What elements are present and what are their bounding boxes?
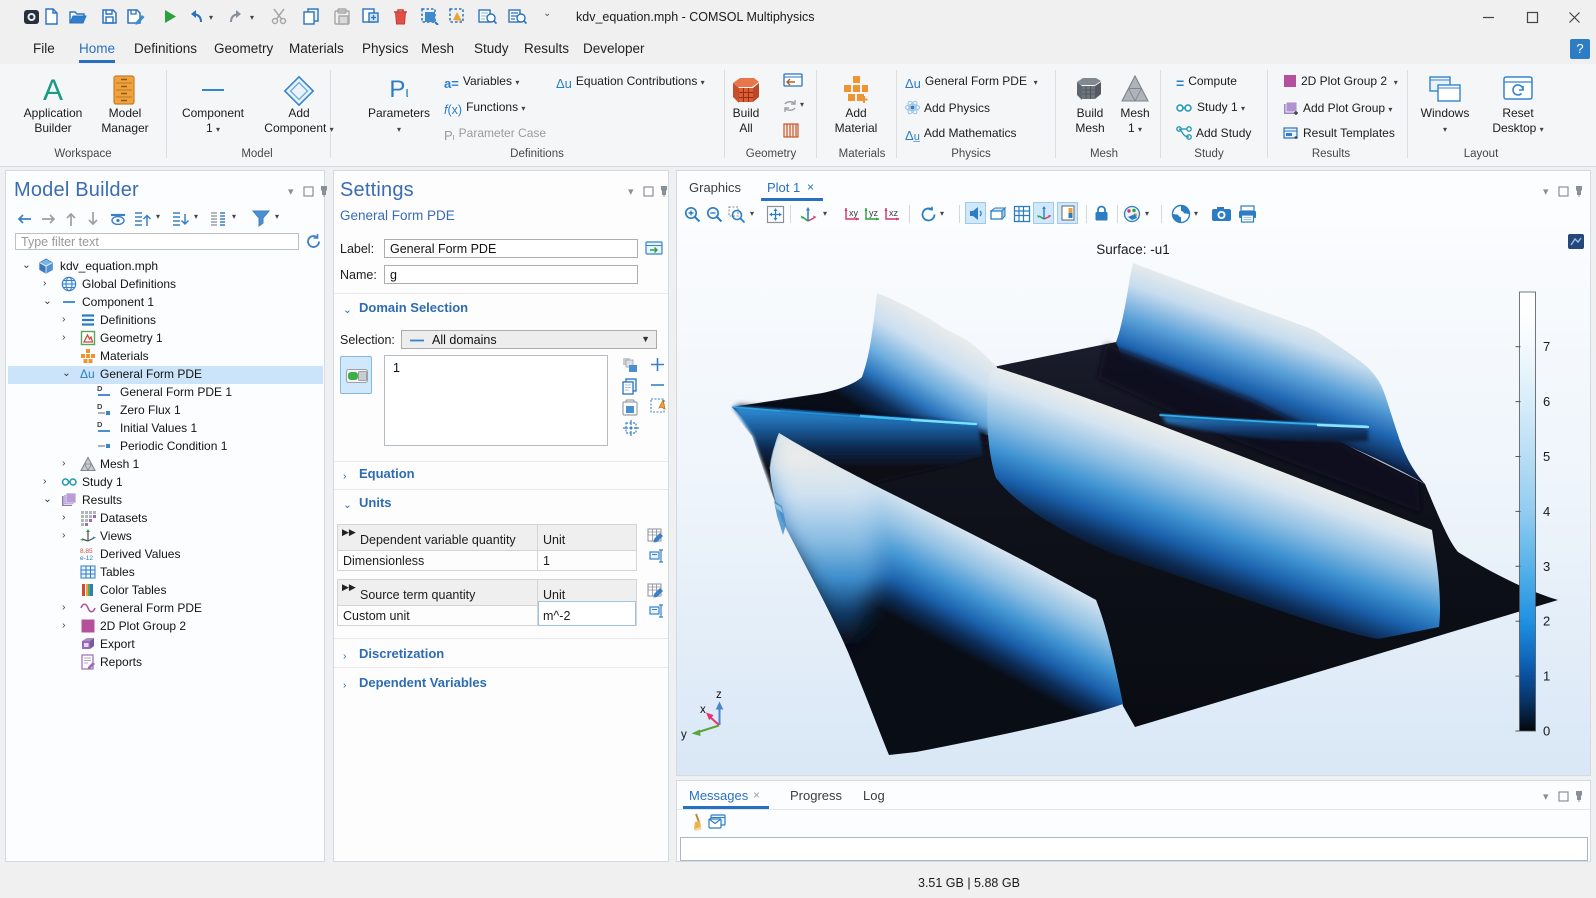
svg-text:2: 2 xyxy=(1543,614,1550,629)
svg-text:1: 1 xyxy=(1543,669,1550,684)
svg-text:xz: xz xyxy=(889,208,899,218)
svg-text:5: 5 xyxy=(1543,449,1550,464)
svg-text:6: 6 xyxy=(1543,394,1550,409)
svg-text:yz: yz xyxy=(869,208,879,218)
svg-text:3: 3 xyxy=(1543,559,1550,574)
svg-text:e-12: e-12 xyxy=(80,555,93,562)
svg-text:4: 4 xyxy=(1543,504,1550,519)
svg-text:Surface: -u1: Surface: -u1 xyxy=(1096,242,1170,257)
svg-text:y: y xyxy=(681,729,687,741)
svg-text:D: D xyxy=(97,420,103,429)
svg-text:z: z xyxy=(716,689,722,701)
svg-text:0: 0 xyxy=(1543,724,1550,739)
svg-text:8.85: 8.85 xyxy=(80,548,93,555)
svg-text:D: D xyxy=(97,402,103,411)
svg-text:x: x xyxy=(700,704,706,716)
svg-text:xy: xy xyxy=(849,208,859,218)
svg-text:7: 7 xyxy=(1543,339,1550,354)
svg-text:D: D xyxy=(97,384,103,393)
